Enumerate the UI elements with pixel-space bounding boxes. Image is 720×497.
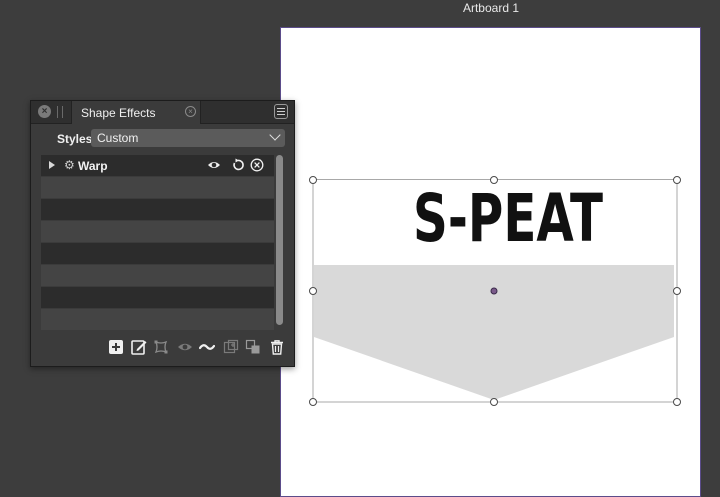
tab-shape-effects[interactable]: Shape Effects × [71,101,201,124]
circle-x-icon[interactable] [250,158,264,172]
warped-shape[interactable] [314,265,674,400]
trash-icon[interactable] [269,339,285,355]
list-row-empty [41,199,274,220]
tab-label: Shape Effects [81,106,156,120]
close-icon[interactable]: × [38,105,51,118]
close-icon[interactable]: × [185,106,196,117]
eye-icon[interactable] [177,339,193,355]
wave-icon[interactable] [199,339,215,355]
shape-effects-panel: × Shape Effects × Styles Custom ⚙ Warp [30,100,295,367]
triangle-right-icon[interactable] [49,161,55,169]
list-row-empty [41,243,274,264]
scrollbar[interactable] [276,155,283,325]
list-row-empty [41,287,274,308]
styles-value: Custom [97,131,139,145]
effect-label: Warp [78,159,108,173]
artwork-text[interactable]: S-PEAT [413,180,603,257]
grip-icon[interactable] [57,106,63,118]
eye-icon[interactable] [207,158,221,172]
add-frame-icon[interactable] [223,339,239,355]
effects-list: ⚙ Warp [41,155,274,331]
gear-icon: ⚙ [64,158,75,172]
list-row-empty [41,221,274,242]
reset-icon[interactable] [231,158,245,172]
add-icon[interactable] [108,339,124,355]
list-row-empty [41,265,274,286]
styles-dropdown[interactable]: Custom [91,129,285,147]
chevron-down-icon [269,129,281,141]
duplicate-icon[interactable] [245,339,261,355]
styles-label: Styles [57,132,93,146]
hamburger-menu-icon[interactable] [274,104,288,119]
warp-shape-icon[interactable] [153,339,169,355]
panel-header: × Shape Effects × [31,101,294,124]
list-row-empty [41,309,274,330]
list-row-empty [41,177,274,198]
edit-icon[interactable] [131,339,147,355]
list-item[interactable]: ⚙ Warp [41,155,274,176]
rotation-center[interactable] [490,287,498,295]
